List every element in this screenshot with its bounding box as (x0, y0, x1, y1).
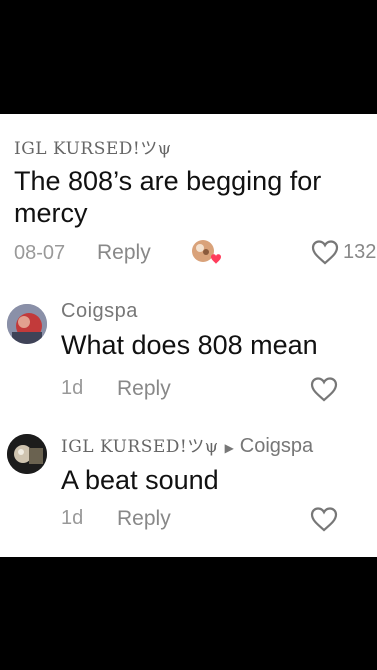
reply-caret-icon: ▶ (224, 441, 234, 455)
reply-button[interactable]: Reply (117, 377, 171, 401)
comment-text: What does 808 mean (61, 330, 318, 360)
comment-item: IGL KURSED!ツψ ▶ Coigspa A beat sound (61, 432, 371, 496)
comments-panel: IGL KURSED!ツψ The 808’s are begging for … (0, 114, 377, 557)
like-count: 132 (343, 241, 377, 263)
comment-date: 08-07 (14, 242, 66, 264)
comment-username[interactable]: IGL KURSED!ツψ (61, 437, 219, 457)
reply-button[interactable]: Reply (117, 507, 171, 531)
comment-item: IGL KURSED!ツψ The 808’s are begging for … (14, 134, 364, 229)
like-heart-icon[interactable] (310, 238, 340, 271)
comment-date: 1d (61, 507, 84, 529)
comment-username[interactable]: IGL KURSED!ツψ (14, 134, 364, 159)
comment-text: The 808’s are begging for mercy (14, 166, 322, 228)
reply-to-username[interactable]: Coigspa (240, 435, 313, 457)
comment-item: Coigspa What does 808 mean (61, 300, 361, 361)
reply-button[interactable]: Reply (97, 241, 151, 265)
avatar[interactable] (7, 304, 47, 344)
creator-liked-icon (190, 238, 222, 268)
comment-text: A beat sound (61, 465, 219, 495)
comment-date: 1d (61, 377, 84, 399)
like-heart-icon[interactable] (309, 375, 339, 408)
like-heart-icon[interactable] (309, 505, 339, 538)
avatar[interactable] (7, 434, 47, 474)
reply-header: IGL KURSED!ツψ ▶ Coigspa (61, 432, 371, 458)
comment-username[interactable]: Coigspa (61, 300, 361, 323)
